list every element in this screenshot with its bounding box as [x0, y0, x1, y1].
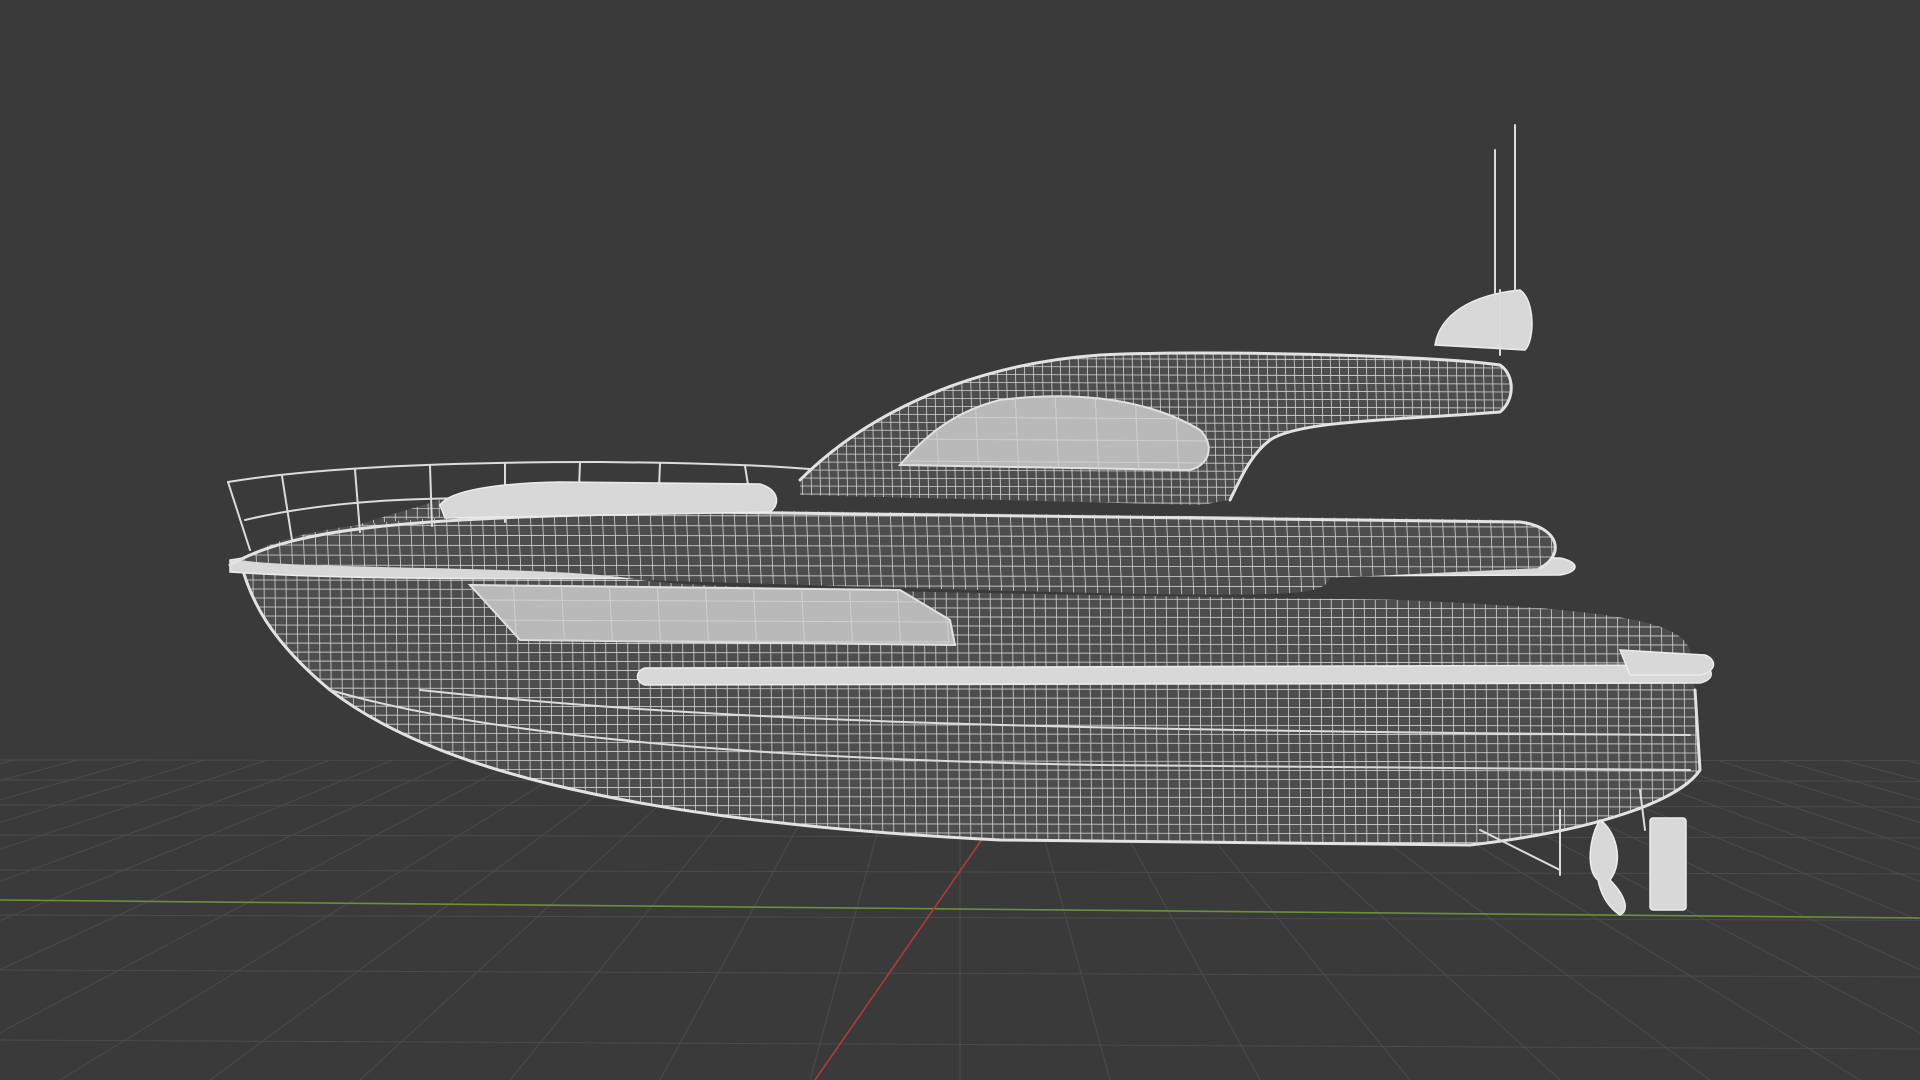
radar-dome [1434, 289, 1533, 351]
hull-window [467, 583, 957, 647]
rub-rail-lower [636, 664, 1712, 686]
rudder [1649, 817, 1687, 911]
viewport-scene[interactable] [0, 0, 1920, 1080]
yacht-model[interactable] [227, 124, 1715, 916]
propeller [1589, 818, 1626, 916]
3d-viewport[interactable] [0, 0, 1920, 1080]
stern-platform [1618, 649, 1715, 676]
sun-pad [439, 481, 778, 519]
